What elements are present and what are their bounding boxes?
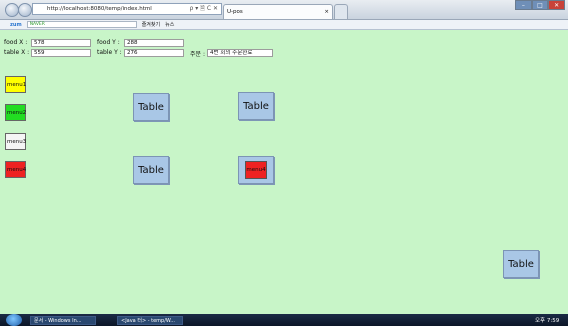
tab-u-pos[interactable]: U-pos × [223,4,333,19]
table-x-label: table X : [4,49,30,56]
menu1-label: menu1 [7,81,27,88]
browser-toolbar: zum NAVER 즐겨찾기 뉴스 [0,20,568,30]
menu1-button[interactable]: menu1 [5,76,26,93]
back-button[interactable] [5,3,19,17]
news-button[interactable]: 뉴스 [165,21,174,28]
order-label: 주문 : [190,51,205,58]
close-window-button[interactable]: ✕ [548,0,566,10]
table-5-label: Table [508,258,534,270]
table-4-order-menu4[interactable]: menu4 [245,161,267,179]
window-controls: – □ ✕ [515,0,566,10]
favorites-button[interactable]: 즐겨찾기 [142,21,160,28]
toolbar-search-input[interactable]: NAVER [26,21,137,28]
forward-button[interactable] [18,3,32,17]
address-bar[interactable]: http://localhost:8080/temp/index.html ρ … [32,3,222,15]
table-1[interactable]: Table [133,93,169,121]
table-y-label: table Y : [97,49,122,56]
table-1-label: Table [138,101,164,113]
table-2[interactable]: Table [238,92,274,120]
menu3-label: menu3 [7,138,27,145]
maximize-button[interactable]: □ [531,0,549,10]
taskbar-item-windows[interactable]: 문서 - Windows In... [30,316,96,325]
table-y-input[interactable]: 276 [124,49,184,57]
table-5[interactable]: Table [503,250,539,278]
table-4[interactable]: menu4 [238,156,274,184]
menu2-label: menu2 [7,109,27,116]
table-3-label: Table [138,164,164,176]
table-3[interactable]: Table [133,156,169,184]
new-tab-button[interactable] [334,4,348,19]
table-2-label: Table [243,100,269,112]
minimize-button[interactable]: – [515,0,532,10]
tab-close-icon[interactable]: × [324,9,329,15]
toolbar-brand[interactable]: zum [10,22,22,28]
address-url: http://localhost:8080/temp/index.html [47,6,152,12]
food-x-label: food X : [4,39,28,46]
menu4-label: menu4 [7,166,27,173]
taskbar-item-java[interactable]: <Java 터> - temp/W... [117,316,183,325]
tab-title: U-pos [227,9,243,15]
table-x-input[interactable]: 559 [31,49,91,57]
start-button[interactable] [6,314,22,326]
food-x-input[interactable]: 578 [31,39,91,47]
food-y-label: food Y : [97,39,120,46]
order-input[interactable]: 4번 회의 주문완료 [207,49,273,57]
address-controls[interactable]: ρ ▾ 🗎 C ✕ [190,4,219,14]
menu4-button[interactable]: menu4 [5,161,26,178]
food-y-input[interactable]: 288 [124,39,184,47]
taskbar-clock: 오후 7:59 [535,318,560,324]
menu3-button[interactable]: menu3 [5,133,26,150]
menu2-button[interactable]: menu2 [5,104,26,121]
table-4-order-label: menu4 [246,167,266,173]
